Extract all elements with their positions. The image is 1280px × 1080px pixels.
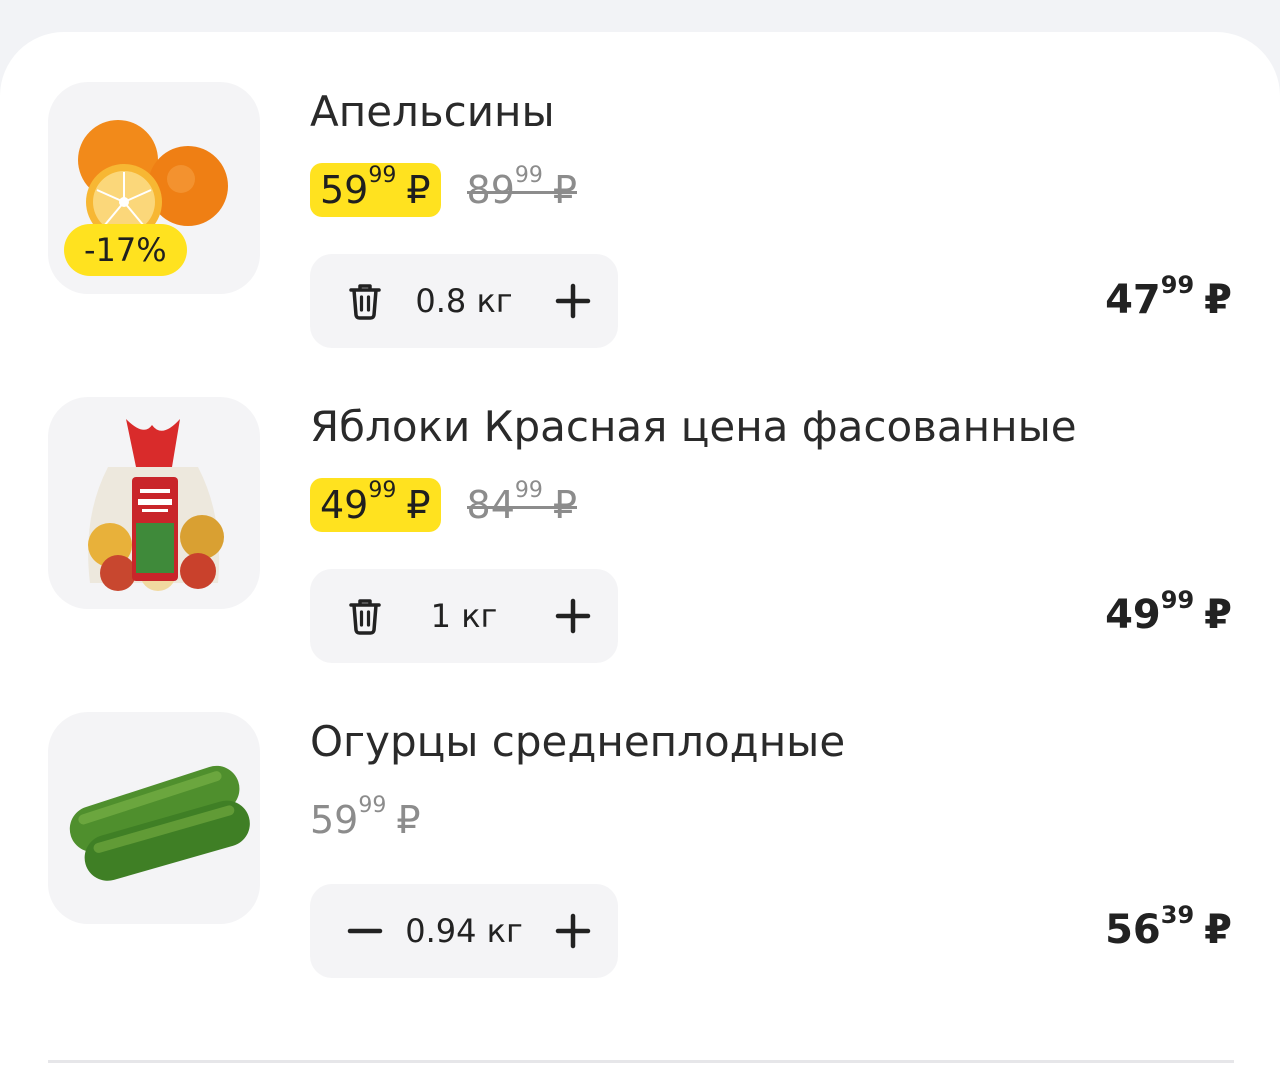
product-name[interactable]: Апельсины [310, 86, 555, 138]
minus-icon [347, 928, 383, 934]
plus-icon [555, 283, 591, 319]
decrease-button[interactable] [340, 906, 390, 956]
increase-button[interactable] [548, 906, 598, 956]
product-image-cucumbers[interactable] [48, 712, 260, 924]
product-name[interactable]: Яблоки Красная цена фасованные [310, 401, 1077, 453]
list-divider [48, 1060, 1234, 1063]
price-old: 8999 ₽ [466, 163, 577, 217]
product-image-oranges[interactable]: -17% [48, 82, 260, 294]
quantity-value: 0.8 кг [415, 282, 513, 320]
plus-icon [555, 913, 591, 949]
quantity-stepper: 0.94 кг [310, 884, 618, 978]
discount-badge: -17% [64, 224, 187, 276]
remove-button[interactable] [340, 591, 390, 641]
item-total: 5639 ₽ [1105, 901, 1232, 953]
quantity-value: 0.94 кг [405, 912, 523, 950]
price-row: 4999 ₽ 8499 ₽ [310, 477, 577, 533]
cart-item-cucumbers: Огурцы среднеплодные 5999 ₽ 0.94 кг 5639 ₽ [0, 712, 1280, 1012]
product-image-apples[interactable] [48, 397, 260, 609]
price-current: 5999 ₽ [310, 793, 421, 842]
price-current: 5999 ₽ [310, 163, 441, 217]
item-total: 4999 ₽ [1105, 586, 1232, 638]
quantity-stepper: 1 кг [310, 569, 618, 663]
apples-bag-image [88, 419, 224, 591]
item-total: 4799 ₽ [1105, 271, 1232, 323]
cart-item-apples: Яблоки Красная цена фасованные 4999 ₽ 849… [0, 397, 1280, 697]
quantity-value: 1 кг [430, 597, 498, 635]
cart-item-oranges: -17% Апельсины 5999 ₽ 8999 ₽ 0.8 кг 4799 ₽ [0, 82, 1280, 382]
price-row: 5999 ₽ 8999 ₽ [310, 162, 577, 218]
price-row: 5999 ₽ [310, 792, 421, 848]
remove-button[interactable] [340, 276, 390, 326]
price-old: 8499 ₽ [466, 478, 577, 532]
product-name[interactable]: Огурцы среднеплодные [310, 716, 845, 768]
cucumbers-image [69, 765, 250, 881]
trash-icon [349, 284, 381, 320]
increase-button[interactable] [548, 591, 598, 641]
price-current: 4999 ₽ [310, 478, 441, 532]
trash-icon [349, 599, 381, 635]
quantity-stepper: 0.8 кг [310, 254, 618, 348]
plus-icon [555, 598, 591, 634]
increase-button[interactable] [548, 276, 598, 326]
